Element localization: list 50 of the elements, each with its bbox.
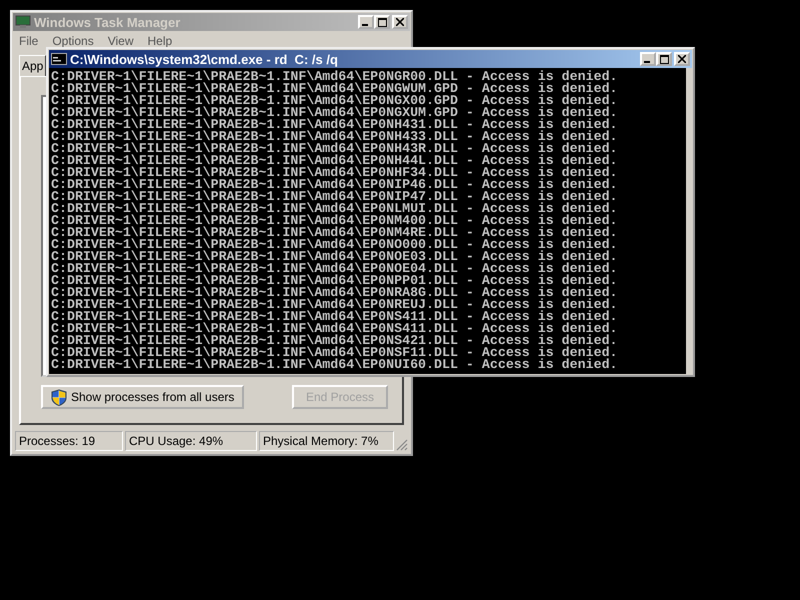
console-line: C:DRIVER~1\FILERE~1\PRAE2B~1.INF\Amd64\EP0NGXUM.GPD - Access is denied. — [51, 107, 619, 119]
monitor-icon — [15, 15, 31, 29]
menu-item[interactable]: File — [19, 34, 38, 48]
minimize-button[interactable] — [358, 15, 374, 29]
status-field: Physical Memory: 7% — [259, 431, 394, 451]
menu-item[interactable]: View — [108, 34, 134, 48]
console-icon — [51, 53, 67, 65]
console-line: C:DRIVER~1\FILERE~1\PRAE2B~1.INF\Amd64\EP0NGX00.GPD - Access is denied. — [51, 95, 619, 107]
close-button[interactable] — [392, 15, 408, 29]
console-line: C:DRIVER~1\FILERE~1\PRAE2B~1.INF\Amd64\EP0NREUJ.DLL - Access is denied. — [51, 299, 619, 311]
window-title: Windows Task Manager — [34, 14, 180, 30]
menu-item[interactable]: Options — [52, 34, 94, 48]
action-button[interactable]: Show processes from all users — [41, 385, 244, 409]
window-title: C:\Windows\system32\cmd.exe - rd C: /s /q — [70, 52, 338, 66]
maximize-icon — [378, 18, 386, 26]
console-line: C:DRIVER~1\FILERE~1\PRAE2B~1.INF\Amd64\EP0NUI60.DLL - Access is denied. — [51, 359, 619, 371]
console-line: C:DRIVER~1\FILERE~1\PRAE2B~1.INF\Amd64\EP0NH431.DLL - Access is denied. — [51, 119, 619, 131]
status-field: CPU Usage: 49% — [125, 431, 257, 451]
console-line: C:DRIVER~1\FILERE~1\PRAE2B~1.INF\Amd64\EP0NIP46.DLL - Access is denied. — [51, 179, 619, 191]
console-line: C:DRIVER~1\FILERE~1\PRAE2B~1.INF\Amd64\EP0NO000.DLL - Access is denied. — [51, 239, 619, 251]
console-line: C:DRIVER~1\FILERE~1\PRAE2B~1.INF\Amd64\EP0NGWUM.GPD - Access is denied. — [51, 83, 619, 95]
console-line: C:DRIVER~1\FILERE~1\PRAE2B~1.INF\Amd64\EP0NH43R.DLL - Access is denied. — [51, 143, 619, 155]
maximize-button[interactable] — [374, 15, 390, 29]
console-line: C:DRIVER~1\FILERE~1\PRAE2B~1.INF\Amd64\EP0NH44L.DLL - Access is denied. — [51, 155, 619, 167]
console-line: C:DRIVER~1\FILERE~1\PRAE2B~1.INF\Amd64\EP0NGR00.DLL - Access is denied. — [51, 71, 619, 83]
shield-icon — [51, 388, 67, 406]
console-line: C:DRIVER~1\FILERE~1\PRAE2B~1.INF\Amd64\EP0NM4RE.DLL - Access is denied. — [51, 227, 619, 239]
console-line: C:DRIVER~1\FILERE~1\PRAE2B~1.INF\Amd64\EP0NOE03.DLL - Access is denied. — [51, 251, 619, 263]
status-field: Processes: 19 — [15, 431, 123, 451]
menu-item[interactable]: Help — [148, 34, 172, 48]
console-line: C:DRIVER~1\FILERE~1\PRAE2B~1.INF\Amd64\EP0NLMUI.DLL - Access is denied. — [51, 203, 619, 215]
console-line: C:DRIVER~1\FILERE~1\PRAE2B~1.INF\Amd64\EP0NOE04.DLL - Access is denied. — [51, 263, 619, 275]
console-line: C:DRIVER~1\FILERE~1\PRAE2B~1.INF\Amd64\EP0NHF34.DLL - Access is denied. — [51, 167, 619, 179]
console-line: C:DRIVER~1\FILERE~1\PRAE2B~1.INF\Amd64\EP0NIP47.DLL - Access is denied. — [51, 191, 619, 203]
console-line: C:DRIVER~1\FILERE~1\PRAE2B~1.INF\Amd64\EP0NH433.DLL - Access is denied. — [51, 131, 619, 143]
close-icon — [396, 18, 404, 26]
console-line: C:DRIVER~1\FILERE~1\PRAE2B~1.INF\Amd64\EP0NSF11.DLL - Access is denied. — [51, 347, 619, 359]
maximize-button[interactable] — [656, 52, 672, 66]
close-icon — [678, 55, 686, 63]
maximize-icon — [660, 54, 668, 64]
resize-grip-icon[interactable] — [396, 439, 408, 451]
tab[interactable]: App — [19, 55, 46, 76]
console-line: C:DRIVER~1\FILERE~1\PRAE2B~1.INF\Amd64\EP0NS421.DLL - Access is denied. — [51, 335, 619, 347]
minimize-button[interactable] — [640, 52, 656, 66]
console-line: C:DRIVER~1\FILERE~1\PRAE2B~1.INF\Amd64\EP0NPP01.DLL - Access is denied. — [51, 275, 619, 287]
console-line: C:DRIVER~1\FILERE~1\PRAE2B~1.INF\Amd64\EP0NRA8G.DLL - Access is denied. — [51, 287, 619, 299]
close-button[interactable] — [674, 52, 690, 66]
console-line: C:DRIVER~1\FILERE~1\PRAE2B~1.INF\Amd64\EP0NS411.DLL - Access is denied. — [51, 311, 619, 323]
console-line: C:DRIVER~1\FILERE~1\PRAE2B~1.INF\Amd64\EP0NS411.DLL - Access is denied. — [51, 323, 619, 335]
console-line: C:DRIVER~1\FILERE~1\PRAE2B~1.INF\Amd64\EP0NM400.DLL - Access is denied. — [51, 215, 619, 227]
